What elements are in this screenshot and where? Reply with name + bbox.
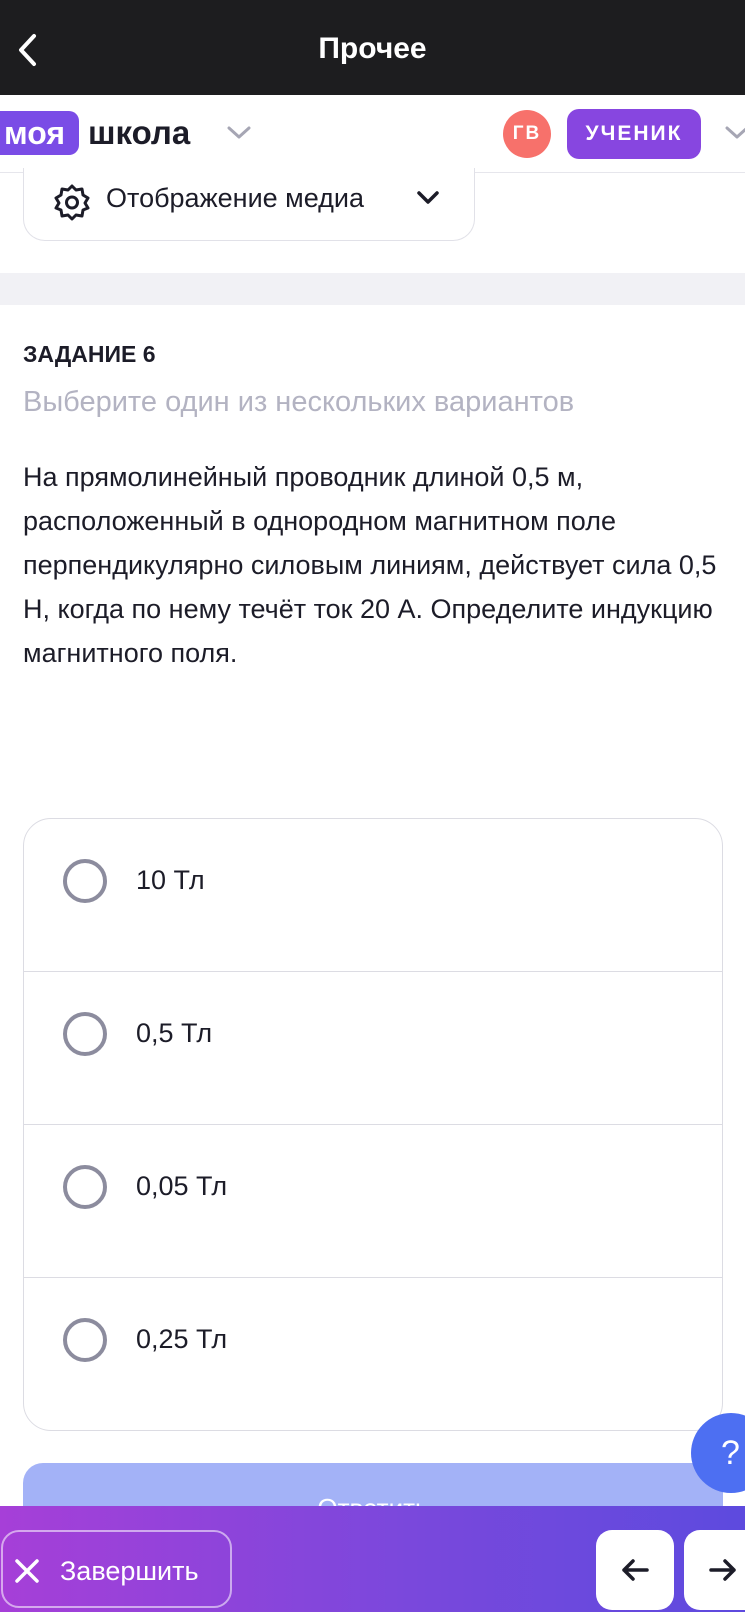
media-display-label: Отображение медиа — [106, 183, 365, 213]
chevron-down-icon[interactable] — [724, 125, 745, 141]
logo-shkola[interactable]: школа — [88, 111, 190, 155]
option-label: 10 Тл — [136, 865, 205, 895]
section-divider — [0, 273, 745, 305]
role-badge[interactable]: УЧЕНИК — [567, 109, 701, 159]
arrow-left-icon — [622, 1559, 649, 1581]
task-question: На прямолинейный проводник длиной 0,5 м,… — [23, 462, 717, 668]
answer-options: 10 Тл 0,5 Тл 0,05 Тл 0,25 Тл — [23, 818, 723, 1431]
finish-label: Завершить — [60, 1556, 199, 1586]
radio-button[interactable] — [63, 1012, 107, 1056]
previous-task-button[interactable] — [596, 1530, 674, 1610]
chevron-down-icon[interactable] — [226, 125, 252, 141]
bottom-bar: Завершить — [0, 1506, 745, 1612]
gear-icon — [54, 184, 90, 221]
close-icon — [15, 1559, 39, 1583]
radio-button[interactable] — [63, 859, 107, 903]
page-title: Прочее — [318, 32, 427, 65]
answer-option[interactable]: 0,5 Тл — [24, 972, 722, 1125]
app-header: моя школа ГВ УЧЕНИК — [0, 95, 745, 173]
media-display-dropdown[interactable]: Отображение медиа — [23, 168, 475, 241]
finish-button[interactable]: Завершить — [1, 1530, 232, 1608]
top-nav-bar: Прочее — [0, 0, 745, 95]
radio-button[interactable] — [63, 1165, 107, 1209]
avatar[interactable]: ГВ — [503, 110, 551, 158]
radio-button[interactable] — [63, 1318, 107, 1362]
logo-moya[interactable]: моя — [0, 111, 80, 155]
arrow-right-icon — [709, 1559, 736, 1581]
task-number: ЗАДАНИЕ 6 — [23, 341, 156, 367]
answer-option[interactable]: 10 Тл — [24, 819, 722, 972]
answer-option[interactable]: 0,25 Тл — [24, 1278, 722, 1430]
answer-option[interactable]: 0,05 Тл — [24, 1125, 722, 1278]
option-label: 0,05 Тл — [136, 1171, 228, 1201]
task-hint: Выберите один из нескольких вариантов — [23, 386, 575, 418]
option-label: 0,25 Тл — [136, 1324, 228, 1354]
chevron-down-icon — [417, 191, 439, 204]
option-label: 0,5 Тл — [136, 1018, 213, 1048]
next-task-button[interactable] — [684, 1530, 745, 1610]
